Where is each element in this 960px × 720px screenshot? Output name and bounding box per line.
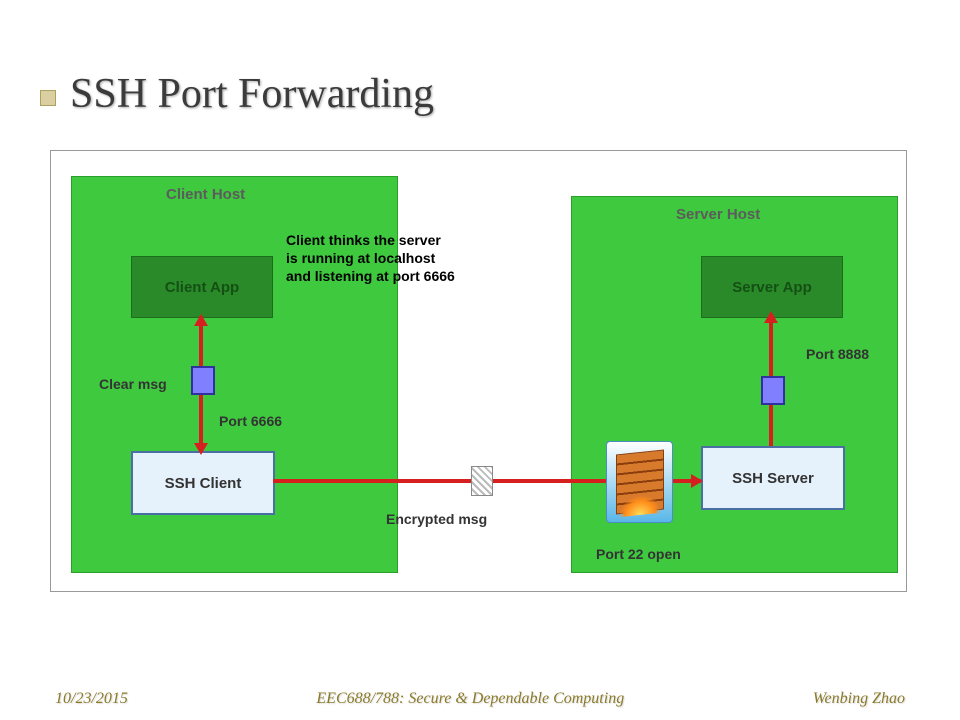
clear-msg-label: Clear msg xyxy=(99,376,167,392)
arrow-server-up xyxy=(764,311,778,323)
firewall-brick-icon xyxy=(616,449,664,514)
server-host-label: Server Host xyxy=(676,206,760,223)
footer-course: EEC688/788: Secure & Dependable Computin… xyxy=(128,690,813,708)
annotation-text: Client thinks the server is running at l… xyxy=(286,231,456,286)
title-bullet xyxy=(40,90,56,106)
firewall-icon xyxy=(606,441,673,523)
arrow-tunnel-right xyxy=(691,474,703,488)
slide-title: SSH Port Forwarding xyxy=(70,70,434,118)
client-app-label: Client App xyxy=(165,279,239,296)
footer-date: 10/23/2015 xyxy=(55,690,128,708)
ssh-client-label: SSH Client xyxy=(165,475,242,492)
client-app-box: Client App xyxy=(131,256,273,318)
port-6666-box xyxy=(191,366,215,395)
port-8888-label: Port 8888 xyxy=(806,346,869,362)
encrypted-msg-label: Encrypted msg xyxy=(386,511,487,527)
port-22-label: Port 22 open xyxy=(596,546,681,562)
arrow-client-up xyxy=(194,314,208,326)
firewall-flame-icon xyxy=(619,493,661,517)
diagram-canvas: Client Host Server Host Client App Serve… xyxy=(50,150,907,592)
encrypted-hatch-icon xyxy=(471,466,493,496)
port-6666-label: Port 6666 xyxy=(219,413,282,429)
port-8888-box xyxy=(761,376,785,405)
ssh-server-box: SSH Server xyxy=(701,446,845,510)
footer-author: Wenbing Zhao xyxy=(813,690,905,708)
ssh-client-box: SSH Client xyxy=(131,451,275,515)
ssh-server-label: SSH Server xyxy=(732,470,814,487)
server-app-label: Server App xyxy=(732,279,811,296)
arrow-client-down xyxy=(194,443,208,455)
footer: 10/23/2015 EEC688/788: Secure & Dependab… xyxy=(0,690,960,708)
server-app-box: Server App xyxy=(701,256,843,318)
client-host-label: Client Host xyxy=(166,186,245,203)
